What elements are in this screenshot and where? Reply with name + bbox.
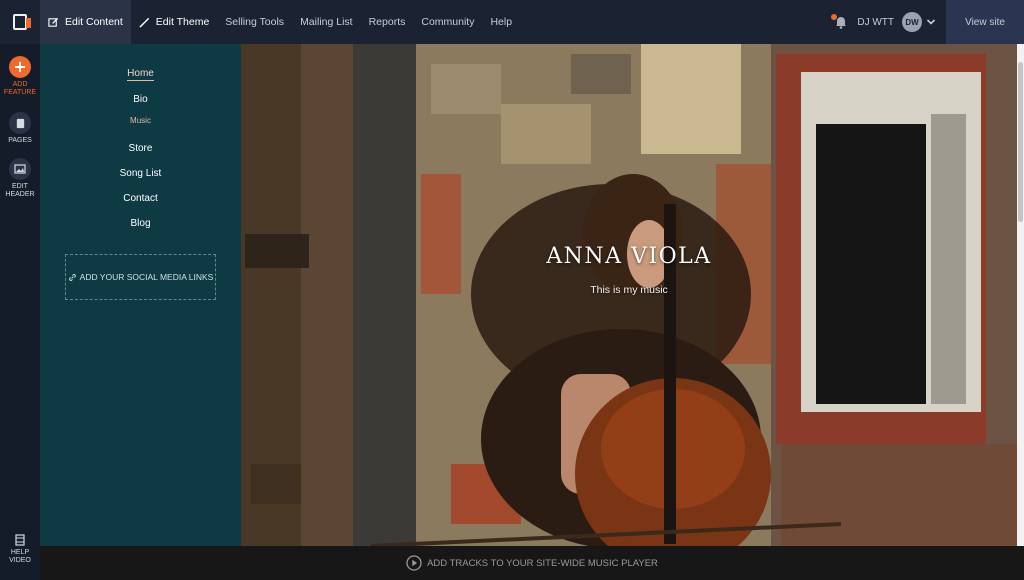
nav-item-contact[interactable]: Contact xyxy=(40,193,241,204)
nav-item-label: Home xyxy=(127,68,154,81)
nav-item-label: Contact xyxy=(123,193,158,204)
edit-header-label: EDIT HEADER xyxy=(5,183,35,198)
app-logo[interactable] xyxy=(0,0,40,44)
nav-item-label: Song List xyxy=(119,168,162,179)
notifications-button[interactable] xyxy=(831,14,849,30)
user-area: DJ WTT DW View site xyxy=(831,0,1024,44)
nav-item-label: Music xyxy=(130,116,151,125)
tab-label: Edit Content xyxy=(65,16,123,28)
add-social-links-button[interactable]: ADD YOUR SOCIAL MEDIA LINKS xyxy=(65,254,216,300)
film-icon xyxy=(15,534,25,546)
tab-label: Community xyxy=(421,16,475,28)
avatar[interactable]: DW xyxy=(902,12,922,32)
nav-item-label: Blog xyxy=(130,218,151,229)
image-icon xyxy=(9,158,31,180)
nav-item-music[interactable]: Music xyxy=(40,116,241,125)
nav-item-home[interactable]: Home xyxy=(40,68,241,81)
site-tagline[interactable]: This is my music xyxy=(241,284,1017,296)
user-name[interactable]: DJ WTT xyxy=(857,17,894,28)
tab-label: Reports xyxy=(368,16,406,28)
add-feature-button[interactable]: ADD FEATURE xyxy=(0,56,40,97)
plus-icon xyxy=(9,56,31,78)
page-scrollbar[interactable] xyxy=(1017,44,1024,546)
edit-header-button[interactable]: EDIT HEADER xyxy=(0,158,40,199)
nav-item-blog[interactable]: Blog xyxy=(40,218,241,229)
play-circle-icon xyxy=(406,555,422,571)
help-video-label: HELP VIDEO xyxy=(9,549,31,564)
top-navigation-bar: Edit Content Edit Theme Selling Tools Ma… xyxy=(0,0,1024,44)
help-video-button[interactable]: HELP VIDEO xyxy=(0,534,40,565)
brush-icon xyxy=(139,17,149,28)
tab-help[interactable]: Help xyxy=(482,0,520,44)
music-player-bar[interactable]: ADD TRACKS TO YOUR SITE-WIDE MUSIC PLAYE… xyxy=(40,546,1024,580)
site-title[interactable]: ANNA VIOLA xyxy=(241,244,1017,269)
tab-label: Selling Tools xyxy=(225,16,285,28)
nav-item-bio[interactable]: Bio xyxy=(40,94,241,105)
nav-item-label: Store xyxy=(128,143,153,154)
tab-label: Help xyxy=(490,16,513,28)
view-site-button[interactable]: View site xyxy=(946,0,1024,44)
link-icon xyxy=(68,273,76,281)
pages-label: PAGES xyxy=(8,137,32,144)
tab-mailing-list[interactable]: Mailing List xyxy=(292,0,361,44)
tab-edit-theme[interactable]: Edit Theme xyxy=(131,0,218,44)
tab-community[interactable]: Community xyxy=(413,0,482,44)
logo-mark-icon xyxy=(13,14,31,30)
tab-edit-content[interactable]: Edit Content xyxy=(40,0,131,44)
nav-item-song-list[interactable]: Song List xyxy=(40,168,241,179)
add-feature-label: ADD FEATURE xyxy=(3,81,37,96)
player-label: ADD TRACKS TO YOUR SITE-WIDE MUSIC PLAYE… xyxy=(427,557,658,569)
header-hero-image[interactable]: ANNA VIOLA This is my music xyxy=(241,44,1017,546)
chevron-down-icon[interactable] xyxy=(926,17,936,27)
social-links-label: ADD YOUR SOCIAL MEDIA LINKS xyxy=(79,272,214,282)
nav-item-store[interactable]: Store xyxy=(40,143,241,154)
tool-rail: ADD FEATURE PAGES EDIT HEADER xyxy=(0,44,40,580)
nav-item-label: Bio xyxy=(133,94,148,105)
tab-selling-tools[interactable]: Selling Tools xyxy=(217,0,292,44)
tab-reports[interactable]: Reports xyxy=(361,0,414,44)
site-navigation-panel: Home Bio Music Store Song List Contact B… xyxy=(40,44,241,546)
edit-icon xyxy=(48,17,59,27)
pages-icon xyxy=(9,112,31,134)
tab-label: Edit Theme xyxy=(155,16,210,28)
scrollbar-thumb[interactable] xyxy=(1018,62,1023,222)
tab-label: Mailing List xyxy=(300,16,353,28)
pages-button[interactable]: PAGES xyxy=(0,112,40,145)
